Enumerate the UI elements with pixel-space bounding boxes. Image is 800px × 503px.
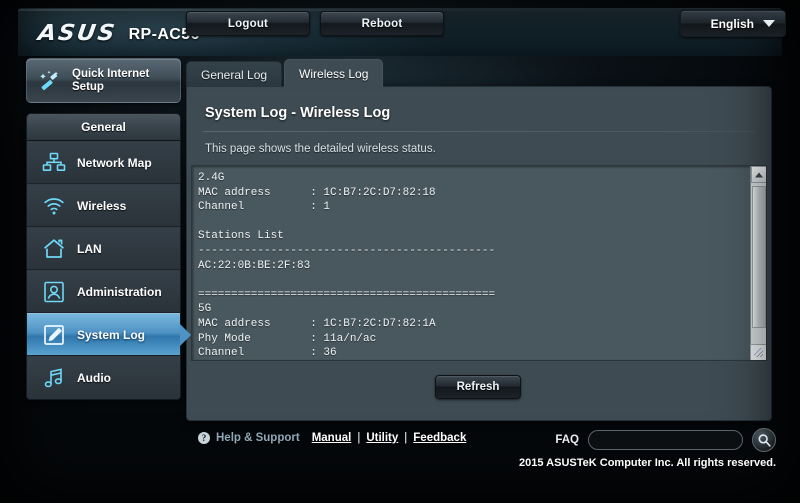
sidebar-item-lan[interactable]: LAN — [27, 227, 180, 270]
link-separator: | — [404, 432, 408, 444]
scroll-up-button[interactable] — [751, 166, 766, 183]
quick-internet-setup-label: Quick Internet Setup — [72, 67, 150, 93]
content-panel: System Log - Wireless Log This page show… — [186, 86, 772, 421]
chevron-up-icon — [755, 172, 763, 177]
manual-link[interactable]: Manual — [312, 432, 352, 444]
scrollbar-thumb[interactable] — [752, 186, 766, 328]
help-question-icon: ? — [198, 432, 210, 444]
tab-wireless-log[interactable]: Wireless Log — [284, 59, 384, 87]
asus-logo: ASUS — [36, 21, 119, 46]
sidebar-item-wireless[interactable]: Wireless — [27, 184, 180, 227]
brand: ASUS RP-AC56 — [36, 21, 200, 46]
logout-button[interactable]: Logout — [186, 11, 310, 36]
tab-bar: General Log Wireless Log — [186, 59, 385, 87]
sidebar-menu: General Network Map Wireless LAN Adminis… — [26, 113, 181, 400]
page-description: This page shows the detailed wireless st… — [205, 143, 436, 155]
sidebar-section-general: General — [27, 114, 180, 141]
copyright-text: 2015 ASUSTeK Computer Inc. All rights re… — [519, 457, 776, 469]
faq-search-input[interactable] — [588, 430, 743, 450]
log-vertical-scrollbar[interactable] — [750, 166, 766, 360]
reboot-button[interactable]: Reboot — [320, 11, 444, 36]
textarea-resize-handle[interactable] — [750, 344, 766, 360]
magic-wand-icon — [37, 68, 63, 94]
network-map-icon — [41, 150, 67, 176]
router-admin-page: ASUS RP-AC56 Logout Reboot English Quick… — [0, 0, 800, 503]
footer-links: ? Help & Support Manual | Utility | Feed… — [198, 432, 466, 444]
sidebar-item-label: Administration — [77, 284, 162, 299]
sidebar-item-network-map[interactable]: Network Map — [27, 141, 180, 184]
sidebar-item-audio[interactable]: Audio — [27, 356, 180, 399]
system-log-icon — [41, 322, 67, 348]
refresh-button[interactable]: Refresh — [435, 375, 521, 399]
wireless-log-textarea[interactable]: 2.4G MAC address : 1C:B7:2C:D7:82:18 Cha… — [191, 165, 767, 361]
administration-user-icon — [41, 279, 67, 305]
sidebar: Quick Internet Setup General Network Map — [26, 58, 181, 400]
utility-link[interactable]: Utility — [366, 432, 398, 444]
sidebar-item-label: Network Map — [77, 155, 152, 170]
quick-internet-setup-button[interactable]: Quick Internet Setup — [26, 58, 181, 103]
faq-search-area: FAQ — [555, 428, 776, 452]
chevron-down-icon — [763, 20, 775, 27]
feedback-link[interactable]: Feedback — [413, 432, 466, 444]
sidebar-item-label: Wireless — [77, 198, 127, 213]
wireless-log-content: 2.4G MAC address : 1C:B7:2C:D7:82:18 Cha… — [198, 172, 496, 360]
sidebar-item-label: Audio — [77, 371, 111, 385]
sidebar-item-label: System Log — [77, 327, 146, 342]
link-separator: | — [357, 432, 361, 444]
tab-general-log[interactable]: General Log — [186, 61, 283, 87]
lan-home-icon — [41, 236, 67, 262]
title-divider — [203, 131, 755, 132]
faq-label: FAQ — [555, 434, 579, 446]
help-support-label: Help & Support — [216, 432, 300, 444]
sidebar-item-administration[interactable]: Administration — [27, 270, 180, 313]
wireless-icon — [41, 193, 67, 219]
audio-note-icon — [41, 365, 67, 391]
language-label: English — [710, 16, 754, 31]
search-icon[interactable] — [752, 428, 776, 452]
language-selector[interactable]: English — [680, 10, 786, 37]
sidebar-item-label: LAN — [77, 241, 102, 256]
page-title: System Log - Wireless Log — [205, 105, 391, 121]
sidebar-item-system-log[interactable]: System Log — [27, 313, 180, 356]
